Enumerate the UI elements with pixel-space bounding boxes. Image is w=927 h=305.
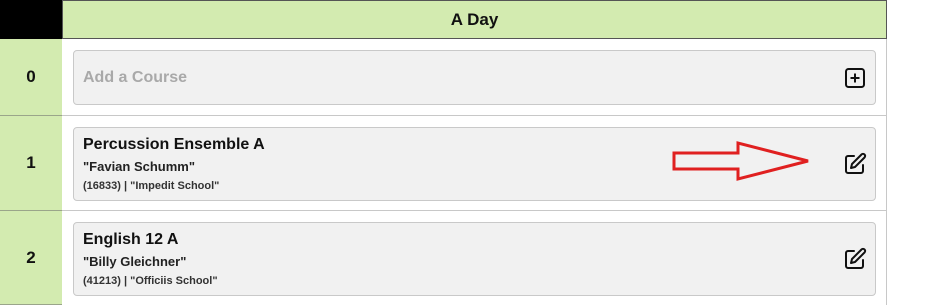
period-number: 2 [26, 247, 36, 267]
day-header: A Day [62, 0, 887, 39]
teacher-name: "Billy Gleichner" [83, 254, 187, 269]
course-title: Percussion Ensemble A [83, 136, 265, 153]
edit-icon [845, 247, 867, 269]
course-meta: (16833) | "Impedit School" [83, 180, 220, 192]
course-row: Add a Course [62, 39, 887, 116]
period-label: 0 [0, 39, 62, 116]
teacher-name: "Favian Schumm" [83, 159, 196, 174]
course-row: English 12 A "Billy Gleichner" (41213) |… [62, 211, 887, 305]
period-number: 0 [26, 67, 36, 86]
course-meta: (41213) | "Officiis School" [83, 275, 218, 287]
edit-course-button[interactable] [843, 247, 867, 271]
period-label: 2 [0, 211, 62, 305]
period-number: 1 [26, 153, 36, 172]
red-arrow-right-icon [672, 141, 809, 181]
table-corner [0, 0, 62, 39]
day-title: A Day [450, 9, 499, 29]
course-title: English 12 A [83, 231, 179, 248]
course-card: English 12 A "Billy Gleichner" (41213) |… [73, 222, 876, 296]
add-course-placeholder: Add a Course [83, 69, 188, 86]
edit-icon [845, 152, 867, 174]
plus-square-icon [845, 68, 865, 88]
period-label: 1 [0, 116, 62, 211]
add-course-button[interactable] [843, 66, 867, 90]
edit-course-button[interactable] [843, 152, 867, 176]
add-course-card[interactable]: Add a Course [73, 50, 876, 105]
